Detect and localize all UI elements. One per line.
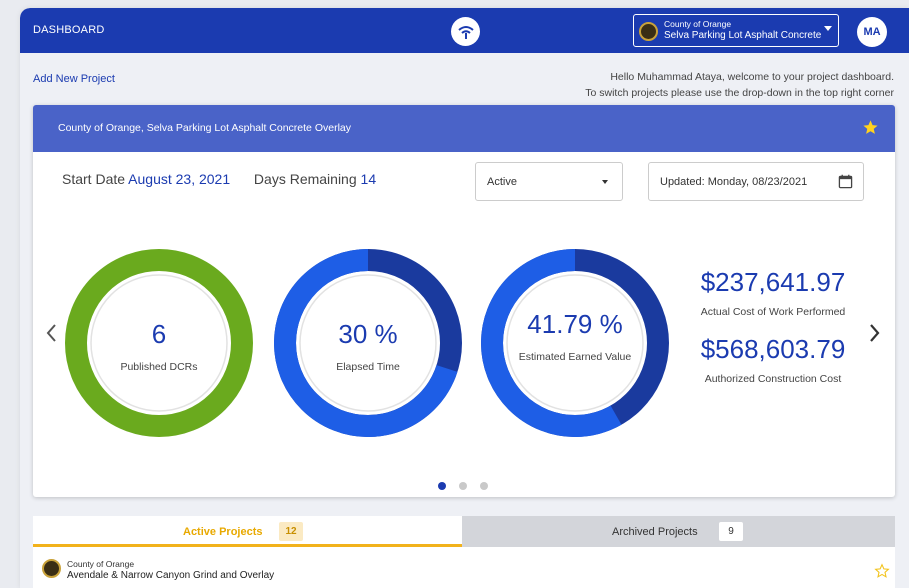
project-dates: Start Date August 23, 2021 Days Remainin…: [62, 171, 376, 187]
welcome-line-2: To switch projects please use the drop-d…: [585, 87, 894, 99]
actual-cost-label: Actual Cost of Work Performed: [700, 306, 846, 318]
metric-value: 41.79 %: [527, 309, 623, 339]
tab-archived-projects[interactable]: Archived Projects 9: [462, 516, 895, 547]
metric-elapsed-time: 30 % Elapsed Time: [268, 243, 468, 443]
caret-down-icon: [602, 180, 608, 184]
count-badge: 12: [279, 522, 303, 541]
list-item[interactable]: County of Orange Avendale & Narrow Canyo…: [33, 547, 895, 588]
days-remaining-label: Days Remaining: [253, 171, 357, 187]
status-dropdown-value: Active: [487, 176, 517, 188]
project-card-title: County of Orange, Selva Parking Lot Asph…: [58, 122, 351, 134]
chevron-left-icon[interactable]: [45, 323, 59, 343]
days-remaining-value: 14: [360, 171, 377, 187]
project-tabs: Active Projects 12 Archived Projects 9: [33, 516, 895, 547]
actual-cost-amount: $237,641.97: [700, 267, 846, 297]
authorized-cost-amount: $568,603.79: [700, 334, 846, 364]
welcome-message: Hello Muhammad Ataya, welcome to your pr…: [585, 69, 894, 101]
carousel-dot-2[interactable]: [459, 482, 467, 490]
start-date-label: Start Date: [62, 171, 126, 187]
updated-date-field[interactable]: Updated: Monday, 08/23/2021: [648, 162, 864, 201]
tab-label: Archived Projects: [612, 526, 698, 538]
user-avatar[interactable]: MA: [857, 17, 887, 47]
authorized-cost-label: Authorized Construction Cost: [704, 373, 842, 385]
project-selector[interactable]: County of Orange Selva Parking Lot Aspha…: [633, 14, 839, 47]
count-badge: 9: [719, 522, 743, 541]
top-bar: DASHBOARD County of Orange Selva Parking…: [20, 8, 909, 53]
metric-published-dcrs: 6 Published DCRs: [59, 243, 259, 443]
metric-estimated-earned-value: 41.79 % Estimated Earned Value: [475, 243, 675, 443]
project-selector-org: County of Orange: [664, 19, 732, 29]
updated-date-value: Updated: Monday, 08/23/2021: [660, 176, 808, 188]
tab-active-projects[interactable]: Active Projects 12: [33, 516, 462, 547]
carousel-dot-3[interactable]: [480, 482, 488, 490]
carousel-pagination: [438, 477, 501, 495]
tab-label: Active Projects: [183, 526, 263, 538]
welcome-line-1: Hello Muhammad Ataya, welcome to your pr…: [610, 71, 894, 83]
project-card-header: County of Orange, Selva Parking Lot Asph…: [33, 105, 895, 152]
metric-value: 6: [151, 319, 167, 349]
status-dropdown[interactable]: Active: [475, 162, 623, 201]
project-summary-card: County of Orange, Selva Parking Lot Asph…: [33, 105, 895, 497]
metric-label: Published DCRs: [120, 361, 198, 373]
favorite-star-outline-icon[interactable]: [874, 563, 890, 579]
start-date-value: August 23, 2021: [128, 171, 231, 187]
calendar-icon[interactable]: [838, 174, 853, 189]
metric-value: 30 %: [338, 319, 398, 349]
cost-summary: $237,641.97 Actual Cost of Work Performe…: [673, 267, 873, 385]
county-seal-icon: [639, 22, 658, 41]
list-item-name: Avendale & Narrow Canyon Grind and Overl…: [67, 570, 275, 581]
carousel-dot-1[interactable]: [438, 482, 446, 490]
project-selector-name: Selva Parking Lot Asphalt Concrete Overl…: [664, 30, 824, 41]
metric-label: Estimated Earned Value: [518, 351, 632, 363]
add-new-project-link[interactable]: Add New Project: [33, 73, 115, 85]
metric-label: Elapsed Time: [336, 361, 400, 373]
favorite-star-icon[interactable]: [862, 119, 879, 136]
county-seal-icon: [42, 559, 61, 578]
app-window: DASHBOARD County of Orange Selva Parking…: [20, 8, 909, 588]
page-title: DASHBOARD: [33, 24, 105, 36]
caret-down-icon: [824, 26, 832, 31]
list-item-org: County of Orange: [67, 559, 135, 569]
brand-logo-icon[interactable]: [451, 17, 480, 46]
